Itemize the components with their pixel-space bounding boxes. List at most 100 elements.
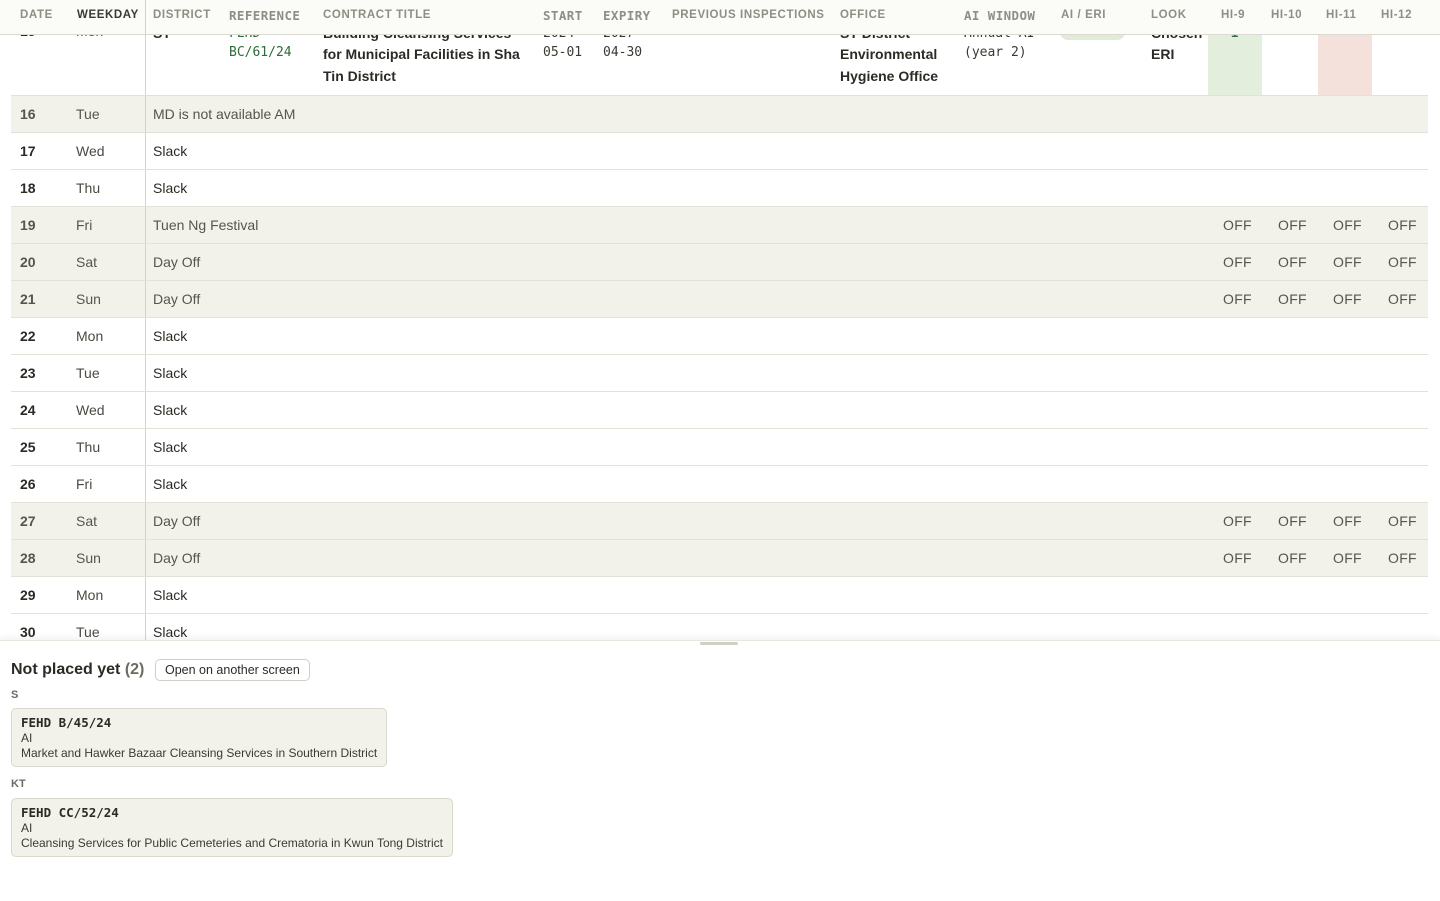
not-placed-panel: Not placed yet (2) Open on another scree… xyxy=(0,640,1440,901)
day-row[interactable]: 22 Mon Slack xyxy=(11,318,1428,355)
day-row[interactable]: 20 Sat Day Off OFF OFF OFF OFF xyxy=(11,244,1428,281)
row-note: Slack xyxy=(153,439,188,455)
day-row[interactable]: 28 Sun Day Off OFF OFF OFF OFF xyxy=(11,540,1428,577)
row-weekday: Fri xyxy=(76,217,93,233)
column-divider xyxy=(145,540,146,576)
row-weekday: Thu xyxy=(76,439,101,455)
row-note: Day Off xyxy=(153,550,201,566)
off-label-hi-11: OFF xyxy=(1333,291,1362,307)
row-note: Slack xyxy=(153,624,188,640)
row-note: Slack xyxy=(153,365,188,381)
row-weekday: Sun xyxy=(76,291,101,307)
off-label-hi-11: OFF xyxy=(1333,254,1362,270)
col-contract-title[interactable]: CONTRACT TITLE xyxy=(323,9,431,21)
row-date: 29 xyxy=(20,587,36,603)
row-weekday: Tue xyxy=(76,365,100,381)
row-weekday: Sat xyxy=(76,254,98,270)
off-label-hi-10: OFF xyxy=(1278,254,1307,270)
row-note: Slack xyxy=(153,587,188,603)
unplaced-contract-card[interactable]: FEHD CC/52/24 AI Cleansing Services for … xyxy=(11,798,453,857)
column-divider xyxy=(145,133,146,169)
column-divider xyxy=(145,96,146,132)
off-label-hi-12: OFF xyxy=(1388,254,1417,270)
row-date: 18 xyxy=(20,180,36,196)
row-weekday: Fri xyxy=(76,476,93,492)
col-reference[interactable]: REFERENCE xyxy=(229,8,300,23)
row-weekday: Wed xyxy=(76,402,105,418)
row-date: 23 xyxy=(20,365,36,381)
row-note: Slack xyxy=(153,328,188,344)
off-label-hi-11: OFF xyxy=(1333,513,1362,529)
day-row[interactable]: 17 Wed Slack xyxy=(11,133,1428,170)
col-expiry[interactable]: EXPIRY xyxy=(603,8,651,23)
column-divider xyxy=(145,207,146,243)
off-label-hi-10: OFF xyxy=(1278,217,1307,233)
col-hi-12[interactable]: HI-12 xyxy=(1381,9,1412,21)
column-divider xyxy=(145,170,146,206)
table-header: DATE WEEKDAY DISTRICT REFERENCE CONTRACT… xyxy=(0,0,1440,35)
card-reference: FEHD CC/52/24 xyxy=(21,805,119,820)
col-hi-11[interactable]: HI-11 xyxy=(1326,9,1357,21)
row-weekday: Mon xyxy=(76,328,104,344)
column-divider xyxy=(145,392,146,428)
day-row[interactable]: 21 Sun Day Off OFF OFF OFF OFF xyxy=(11,281,1428,318)
off-label-hi-12: OFF xyxy=(1388,550,1417,566)
col-look[interactable]: LOOK xyxy=(1151,9,1187,21)
row-weekday: Tue xyxy=(76,106,100,122)
col-hi-9[interactable]: HI-9 xyxy=(1221,9,1245,21)
row-weekday: Thu xyxy=(76,180,101,196)
card-type: AI xyxy=(21,821,33,835)
day-row[interactable]: 26 Fri Slack xyxy=(11,466,1428,503)
row-date: 28 xyxy=(20,550,36,566)
off-label-hi-9: OFF xyxy=(1223,254,1252,270)
row-date: 20 xyxy=(20,254,36,270)
day-row[interactable]: 23 Tue Slack xyxy=(11,355,1428,392)
column-divider xyxy=(145,429,146,465)
day-row[interactable]: 24 Wed Slack xyxy=(11,392,1428,429)
day-row[interactable]: 18 Thu Slack xyxy=(11,170,1428,207)
day-row[interactable]: 16 Tue MD is not available AM xyxy=(11,96,1428,133)
row-date: 25 xyxy=(20,439,36,455)
off-label-hi-11: OFF xyxy=(1333,217,1362,233)
col-ai-eri[interactable]: AI / ERI xyxy=(1061,9,1106,21)
col-previous-inspections[interactable]: PREVIOUS INSPECTIONS xyxy=(672,9,825,21)
col-start[interactable]: START xyxy=(543,8,583,23)
off-label-hi-12: OFF xyxy=(1388,217,1417,233)
off-label-hi-11: OFF xyxy=(1333,550,1362,566)
card-type: AI xyxy=(21,731,33,745)
row-title-line2: for Municipal Facilities in Sha xyxy=(323,46,520,62)
col-weekday[interactable]: WEEKDAY xyxy=(77,9,139,21)
row-date: 26 xyxy=(20,476,36,492)
group-label: S xyxy=(11,689,19,701)
panel-count: (2) xyxy=(124,661,145,678)
resize-handle[interactable] xyxy=(700,642,738,645)
row-date: 16 xyxy=(20,106,36,122)
col-ai-window[interactable]: AI WINDOW xyxy=(964,8,1035,23)
row-weekday: Wed xyxy=(76,143,105,159)
off-label-hi-10: OFF xyxy=(1278,513,1307,529)
day-row[interactable]: 30 Tue Slack xyxy=(11,614,1428,640)
day-row[interactable]: 19 Fri Tuen Ng Festival OFF OFF OFF OFF xyxy=(11,207,1428,244)
group-label: KT xyxy=(11,778,26,790)
row-note: Slack xyxy=(153,476,188,492)
col-date[interactable]: DATE xyxy=(20,9,53,21)
col-office[interactable]: OFFICE xyxy=(840,9,886,21)
col-district[interactable]: DISTRICT xyxy=(153,9,211,21)
off-label-hi-12: OFF xyxy=(1388,513,1417,529)
col-hi-10[interactable]: HI-10 xyxy=(1271,9,1302,21)
day-row[interactable]: 29 Mon Slack xyxy=(11,577,1428,614)
row-weekday: Mon xyxy=(76,587,104,603)
card-title: Market and Hawker Bazaar Cleansing Servi… xyxy=(21,746,378,760)
row-note: Day Off xyxy=(153,291,201,307)
open-on-another-screen-button[interactable]: Open on another screen xyxy=(155,659,310,681)
row-date: 24 xyxy=(20,402,36,418)
column-divider xyxy=(145,503,146,539)
row-ai-window-line2: (year 2) xyxy=(964,45,1027,60)
column-divider xyxy=(145,466,146,502)
day-row[interactable]: 27 Sat Day Off OFF OFF OFF OFF xyxy=(11,503,1428,540)
day-row[interactable]: 25 Thu Slack xyxy=(11,429,1428,466)
column-divider xyxy=(145,0,146,34)
row-weekday: Tue xyxy=(76,624,100,640)
unplaced-contract-card[interactable]: FEHD B/45/24 AI Market and Hawker Bazaar… xyxy=(11,708,388,767)
row-note: Slack xyxy=(153,180,188,196)
